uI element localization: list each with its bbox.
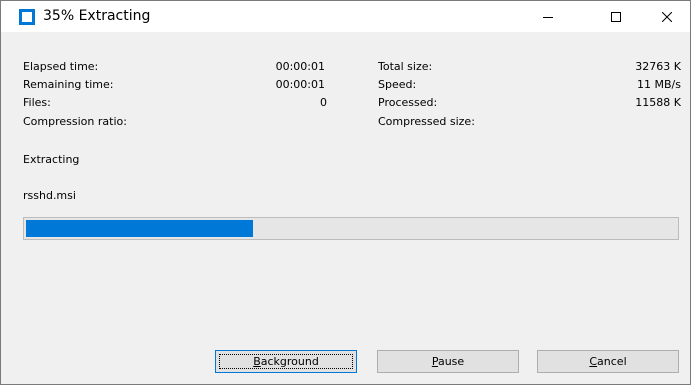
- total-size-label: Total size:: [378, 60, 433, 73]
- remaining-time-label: Remaining time:: [23, 78, 114, 91]
- background-button-label: Background: [253, 355, 319, 368]
- elapsed-time-value: 00:00:01: [275, 60, 325, 73]
- total-size-value: 32763 K: [635, 60, 681, 73]
- app-icon: [19, 9, 35, 25]
- minimize-button[interactable]: [525, 1, 571, 32]
- cancel-button-label: Cancel: [589, 355, 627, 368]
- extraction-window: 35% Extracting Elapsed time: 00:00:01 Re…: [0, 0, 691, 385]
- pause-button-label: Pause: [431, 355, 465, 368]
- window-title: 35% Extracting: [43, 8, 151, 24]
- speed-value: 11 MB/s: [637, 78, 681, 91]
- maximize-icon: [611, 11, 621, 22]
- processed-label: Processed:: [378, 96, 438, 109]
- elapsed-time-label: Elapsed time:: [23, 60, 99, 73]
- close-icon: [662, 11, 672, 22]
- speed-label: Speed:: [378, 78, 417, 91]
- progress-bar-fill: [26, 220, 253, 237]
- files-label: Files:: [23, 96, 51, 109]
- dialog-body: Elapsed time: 00:00:01 Remaining time: 0…: [1, 32, 690, 384]
- close-button[interactable]: [644, 1, 690, 32]
- progress-bar: [23, 217, 679, 240]
- remaining-time-value: 00:00:01: [275, 78, 325, 91]
- processed-value: 11588 K: [635, 96, 681, 109]
- background-button[interactable]: Background: [215, 350, 357, 373]
- maximize-button[interactable]: [593, 1, 639, 32]
- title-bar[interactable]: 35% Extracting: [1, 1, 690, 32]
- compression-ratio-label: Compression ratio:: [23, 115, 127, 128]
- cancel-button[interactable]: Cancel: [537, 350, 679, 373]
- pause-button[interactable]: Pause: [377, 350, 519, 373]
- compressed-size-label: Compressed size:: [378, 115, 475, 128]
- operation-label: Extracting: [23, 153, 80, 166]
- files-value: 0: [320, 96, 327, 109]
- minimize-icon: [543, 16, 553, 18]
- current-file-label: rsshd.msi: [23, 189, 76, 202]
